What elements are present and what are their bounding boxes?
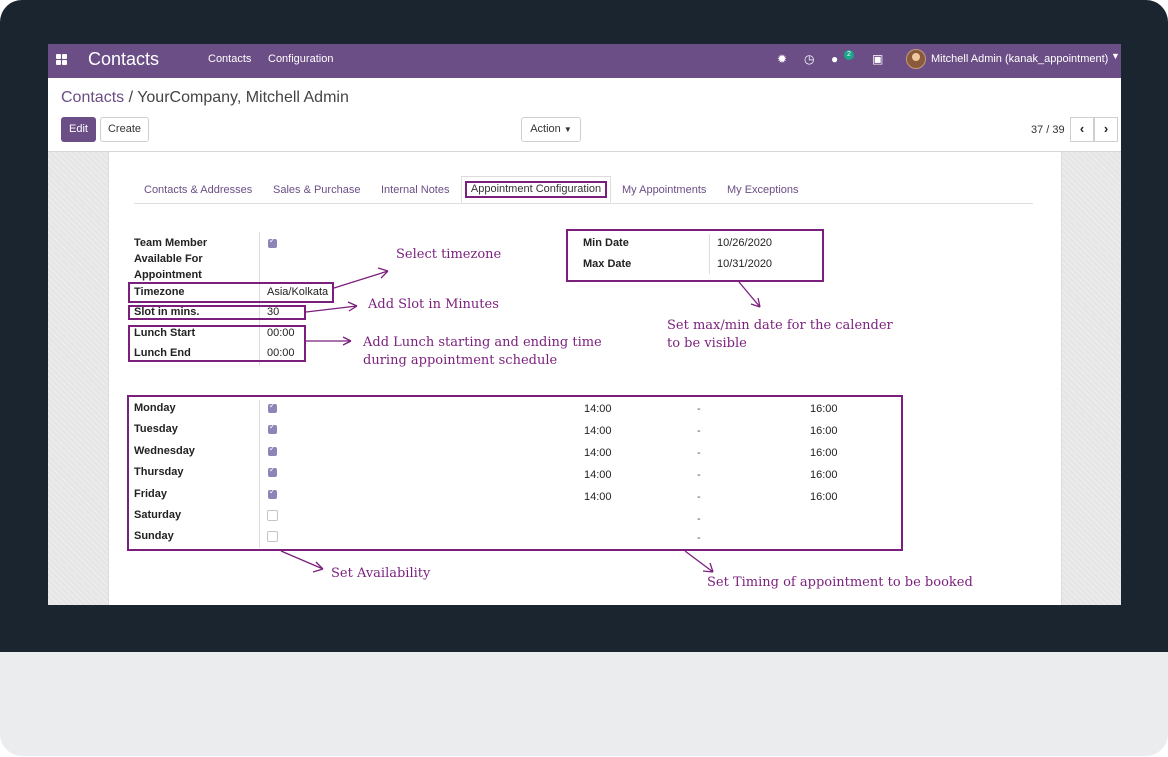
app-screen: Contacts Contacts Configuration ✹ ◷ ● 2 … bbox=[48, 44, 1121, 605]
arrow-slot bbox=[305, 301, 358, 313]
arrow-timezone bbox=[333, 267, 389, 289]
note-add-slot: Add Slot in Minutes bbox=[368, 297, 499, 312]
note-lunch-line2: during appointment schedule bbox=[363, 353, 558, 368]
device-base bbox=[0, 652, 1168, 756]
note-set-timing: Set Timing of appointment to be booked bbox=[707, 575, 973, 590]
arrow-lunch bbox=[306, 336, 352, 346]
note-dates-line2: to be visible bbox=[667, 336, 747, 351]
note-set-availability: Set Availability bbox=[331, 566, 431, 581]
arrow-availability bbox=[280, 550, 324, 573]
arrow-timing bbox=[684, 550, 714, 573]
note-lunch-line1: Add Lunch starting and ending time bbox=[363, 335, 602, 350]
arrow-dates bbox=[738, 281, 761, 308]
annotation-arrows bbox=[280, 267, 761, 573]
note-select-timezone: Select timezone bbox=[396, 247, 502, 262]
note-dates-line1: Set max/min date for the calender bbox=[667, 318, 893, 333]
